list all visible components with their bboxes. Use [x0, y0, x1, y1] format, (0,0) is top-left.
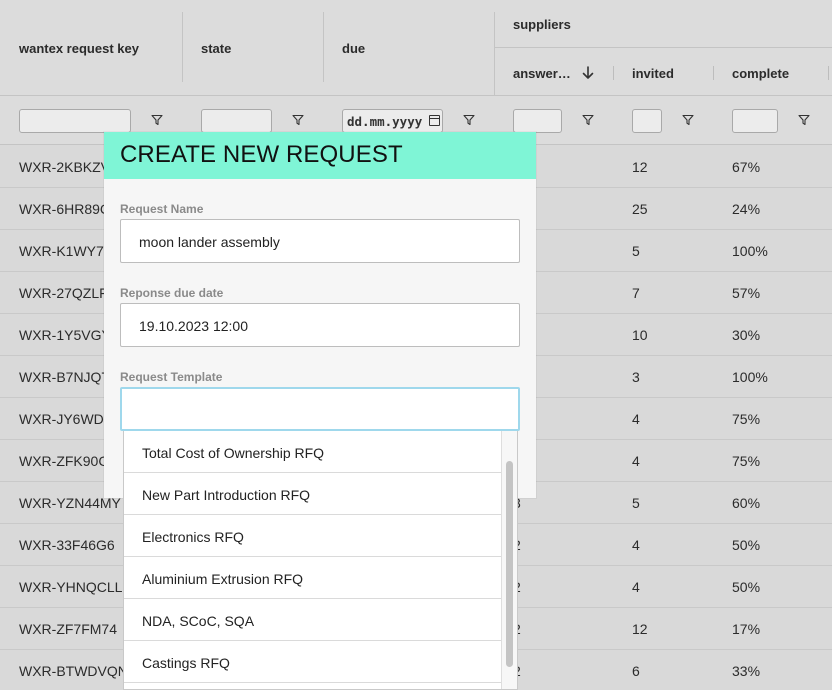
request-name-label: Request Name — [120, 202, 204, 216]
filter-icon[interactable] — [292, 114, 304, 126]
invited-cell: 10 — [632, 327, 648, 343]
dialog-title: CREATE NEW REQUEST — [104, 132, 536, 179]
column-header-answered[interactable]: answer… — [513, 66, 571, 81]
column-group-suppliers: suppliers — [513, 17, 571, 32]
dropdown-option[interactable]: Castings RFQ — [124, 641, 503, 683]
dropdown-scrollbar[interactable] — [501, 431, 517, 689]
due-date-placeholder: dd.mm.yyyy — [347, 114, 423, 129]
request-key-cell[interactable]: WXR-K1WY7V — [19, 243, 113, 259]
invited-cell: 4 — [632, 411, 640, 427]
complete-cell: 100% — [732, 243, 768, 259]
template-dropdown: Total Cost of Ownership RFQ New Part Int… — [123, 431, 518, 690]
complete-cell: 50% — [732, 537, 761, 553]
state-filter-input[interactable] — [201, 109, 272, 133]
request-key-cell[interactable]: WXR-BTWDVQN — [19, 663, 128, 679]
due-date-filter-input[interactable]: dd.mm.yyyy — [342, 109, 443, 133]
column-divider — [494, 12, 495, 96]
invited-cell: 7 — [632, 285, 640, 301]
invited-cell: 12 — [632, 159, 648, 175]
complete-cell: 67% — [732, 159, 761, 175]
column-divider[interactable] — [713, 66, 714, 80]
calendar-icon[interactable] — [429, 115, 440, 126]
due-date-input[interactable]: 19.10.2023 12:00 — [120, 303, 520, 347]
complete-cell: 100% — [732, 369, 768, 385]
dropdown-option[interactable]: Total Cost of Ownership RFQ — [124, 431, 503, 473]
complete-cell: 50% — [732, 579, 761, 595]
filter-icon[interactable] — [798, 114, 810, 126]
complete-cell: 75% — [732, 453, 761, 469]
complete-cell: 75% — [732, 411, 761, 427]
request-key-filter-input[interactable] — [19, 109, 131, 133]
invited-cell: 5 — [632, 243, 640, 259]
grid-header: wantex request key state due suppliers a… — [0, 0, 832, 96]
filter-icon[interactable] — [151, 114, 163, 126]
filter-icon[interactable] — [463, 114, 475, 126]
complete-cell: 33% — [732, 663, 761, 679]
column-divider[interactable] — [323, 12, 324, 82]
column-header-complete[interactable]: complete — [732, 66, 789, 81]
complete-cell: 17% — [732, 621, 761, 637]
invited-cell: 4 — [632, 579, 640, 595]
request-key-cell[interactable]: WXR-JY6WDC — [19, 411, 114, 427]
request-key-cell[interactable]: WXR-6HR89C — [19, 201, 110, 217]
request-key-cell[interactable]: WXR-YHNQCLL — [19, 579, 122, 595]
invited-cell: 6 — [632, 663, 640, 679]
invited-cell: 3 — [632, 369, 640, 385]
invited-cell: 4 — [632, 453, 640, 469]
request-key-cell[interactable]: WXR-2KBKZV — [19, 159, 110, 175]
complete-cell: 24% — [732, 201, 761, 217]
request-key-cell[interactable]: WXR-B7NJQT — [19, 369, 110, 385]
column-header-invited[interactable]: invited — [632, 66, 674, 81]
complete-filter-input[interactable] — [732, 109, 778, 133]
invited-cell: 25 — [632, 201, 648, 217]
request-key-cell[interactable]: WXR-27QZLF — [19, 285, 108, 301]
sort-descending-icon[interactable] — [581, 65, 595, 81]
group-divider — [495, 47, 832, 48]
column-header-request-key[interactable]: wantex request key — [19, 41, 139, 56]
request-key-cell[interactable]: WXR-33F46G6 — [19, 537, 115, 553]
invited-cell: 4 — [632, 537, 640, 553]
dropdown-option[interactable]: Aluminium Extrusion RFQ — [124, 557, 503, 599]
column-header-due[interactable]: due — [342, 41, 365, 56]
request-name-value: moon lander assembly — [139, 234, 280, 250]
request-key-cell[interactable]: WXR-ZF7FM74 — [19, 621, 117, 637]
column-divider[interactable] — [182, 12, 183, 82]
dropdown-option[interactable]: New Part Introduction RFQ — [124, 473, 503, 515]
invited-filter-input[interactable] — [632, 109, 662, 133]
filter-icon[interactable] — [682, 114, 694, 126]
request-template-label: Request Template — [120, 370, 223, 384]
request-key-cell[interactable]: WXR-1Y5VGY — [19, 327, 111, 343]
column-divider[interactable] — [613, 66, 614, 80]
filter-icon[interactable] — [582, 114, 594, 126]
complete-cell: 60% — [732, 495, 761, 511]
dropdown-scrollbar-thumb[interactable] — [506, 461, 513, 667]
dropdown-option-partial[interactable] — [124, 683, 503, 689]
answered-filter-input[interactable] — [513, 109, 562, 133]
dropdown-option[interactable]: NDA, SCoC, SQA — [124, 599, 503, 641]
request-template-input[interactable] — [120, 387, 520, 431]
complete-cell: 30% — [732, 327, 761, 343]
request-name-input[interactable]: moon lander assembly — [120, 219, 520, 263]
column-header-state[interactable]: state — [201, 41, 231, 56]
complete-cell: 57% — [732, 285, 761, 301]
request-key-cell[interactable]: WXR-ZFK90C — [19, 453, 108, 469]
invited-cell: 12 — [632, 621, 648, 637]
dropdown-option[interactable]: Electronics RFQ — [124, 515, 503, 557]
invited-cell: 5 — [632, 495, 640, 511]
due-date-value: 19.10.2023 12:00 — [139, 318, 248, 334]
column-divider[interactable] — [828, 66, 829, 80]
due-date-label: Reponse due date — [120, 286, 224, 300]
